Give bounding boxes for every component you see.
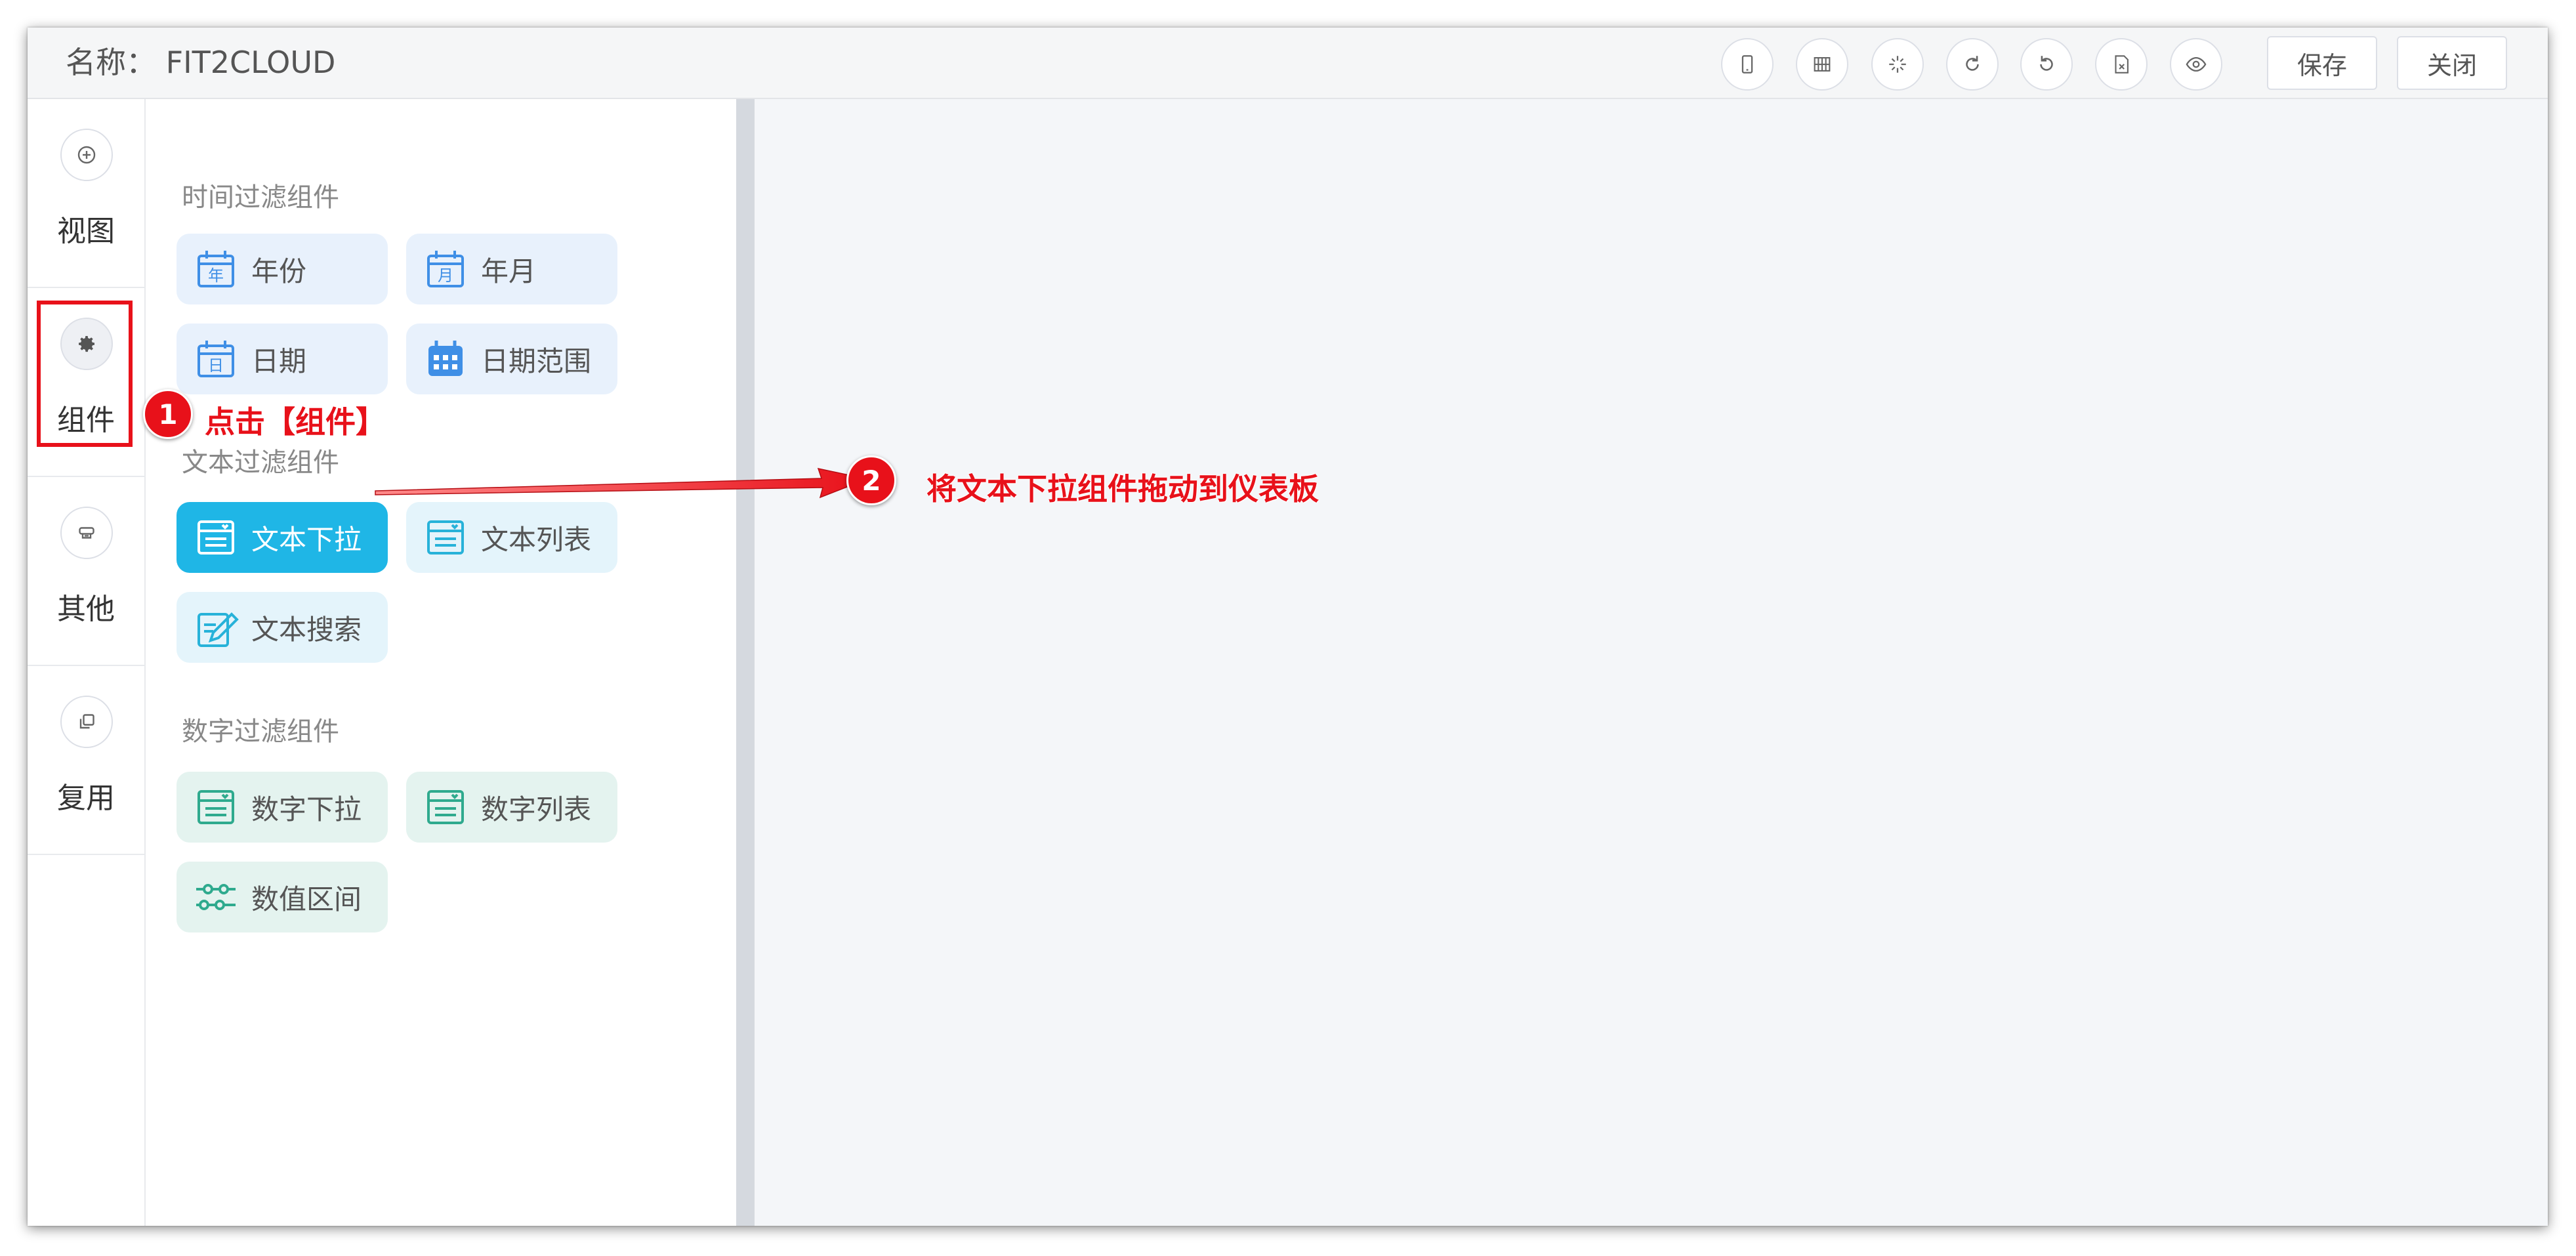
clear-canvas-button[interactable] (1871, 38, 1924, 91)
step1-badge: 1 (143, 389, 193, 439)
component-text-list[interactable]: 文本列表 (406, 502, 617, 573)
sparkle-icon (1889, 56, 1906, 73)
highlight-box (37, 301, 133, 447)
grid-icon (1814, 57, 1831, 72)
component-text-dropdown[interactable]: 文本下拉 (177, 502, 388, 573)
export-icon (2115, 55, 2129, 73)
undo-icon (2040, 56, 2053, 71)
save-button[interactable]: 保存 (2267, 36, 2377, 90)
number-dropdown-icon (197, 790, 234, 824)
calendar-day-icon: 日 (197, 341, 234, 377)
rail-label: 视图 (57, 215, 115, 248)
copy-icon (79, 714, 94, 729)
component-year[interactable]: 年 年份 (177, 234, 388, 304)
dashboard-editor-window: 名称： FIT2CLOUD 保存 关闭 视图 组件 其他 复用 时间过滤组件 年… (28, 28, 2548, 1226)
calendar-year-icon: 年 (197, 251, 234, 287)
preview-button[interactable] (2170, 38, 2222, 91)
component-year-month[interactable]: 月 年月 (406, 234, 617, 304)
component-date-range[interactable]: 日期范围 (406, 324, 617, 394)
grid-button[interactable] (1796, 38, 1848, 91)
redo-icon (1966, 56, 1979, 71)
left-rail: 视图 组件 其他 复用 (28, 99, 146, 1226)
preview-eye-icon (2186, 56, 2207, 72)
svg-text:年: 年 (208, 266, 224, 285)
component-text-search[interactable]: 文本搜索 (177, 592, 388, 663)
plus-icon (77, 146, 96, 164)
component-label: 数字下拉 (251, 793, 362, 826)
number-filter-section-title: 数字过滤组件 (182, 717, 339, 747)
step2-badge: 2 (846, 455, 896, 505)
calendar-month-icon: 月 (427, 251, 464, 287)
component-panel: 时间过滤组件 年 年份 月 年月 日 日期 日期范围 文本过滤组件 文本下拉 文… (146, 99, 736, 1226)
component-label: 文本搜索 (251, 613, 362, 646)
component-label: 文本下拉 (251, 523, 362, 556)
component-number-dropdown[interactable]: 数字下拉 (177, 772, 388, 843)
rail-label: 其他 (57, 593, 115, 626)
export-button[interactable] (2095, 38, 2148, 91)
text-list-icon (427, 520, 464, 555)
mobile-icon (1741, 55, 1753, 73)
component-label: 数值区间 (251, 883, 362, 915)
undo-button[interactable] (2020, 38, 2073, 91)
number-list-icon (427, 790, 464, 824)
rail-circle (60, 129, 113, 181)
component-date[interactable]: 日 日期 (177, 324, 388, 394)
mobile-layout-button[interactable] (1721, 38, 1774, 91)
calendar-range-icon (428, 341, 463, 376)
dashboard-name: 名称： FIT2CLOUD (66, 45, 336, 80)
range-slider-icon (196, 884, 236, 910)
component-label: 数字列表 (481, 793, 592, 826)
component-label: 年月 (481, 255, 537, 287)
time-filter-section-title: 时间过滤组件 (182, 182, 339, 213)
other-icon (79, 527, 94, 539)
panel-scrollbar[interactable] (736, 99, 755, 1226)
component-label: 年份 (251, 255, 307, 287)
dashboard-canvas[interactable] (755, 99, 2548, 1226)
redo-button[interactable] (1946, 38, 1999, 91)
text-dropdown-icon (197, 520, 234, 555)
rail-label: 复用 (57, 782, 115, 815)
rail-circle (60, 696, 113, 748)
close-button[interactable]: 关闭 (2397, 36, 2507, 90)
rail-circle (60, 507, 113, 559)
text-filter-section-title: 文本过滤组件 (182, 448, 339, 478)
rail-item-reuse[interactable]: 复用 (28, 666, 144, 855)
svg-text:日: 日 (208, 356, 224, 375)
component-number-range[interactable]: 数值区间 (177, 862, 388, 932)
rail-item-other[interactable]: 其他 (28, 477, 144, 666)
component-label: 日期范围 (481, 345, 592, 377)
svg-text:月: 月 (438, 266, 453, 285)
component-label: 日期 (251, 345, 307, 377)
editor-header: 名称： FIT2CLOUD 保存 关闭 (28, 28, 2548, 99)
component-number-list[interactable]: 数字列表 (406, 772, 617, 843)
component-label: 文本列表 (481, 523, 592, 556)
step1-text: 点击【组件】 (205, 404, 386, 440)
step2-text: 将文本下拉组件拖动到仪表板 (926, 471, 1319, 507)
text-search-icon (197, 612, 239, 647)
rail-item-view[interactable]: 视图 (28, 99, 144, 288)
